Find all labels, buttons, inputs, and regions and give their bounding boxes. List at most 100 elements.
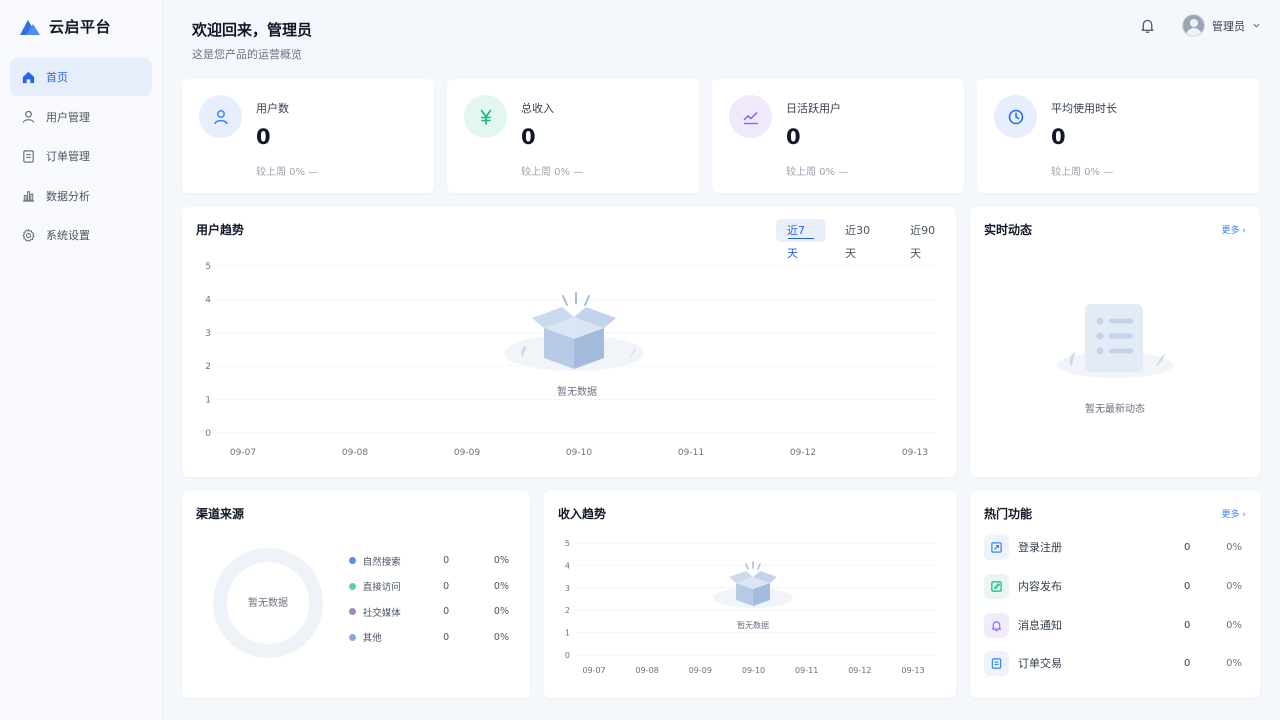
edit-icon bbox=[991, 580, 1002, 592]
sidebar-item-label: 首页 bbox=[46, 71, 68, 84]
home-icon bbox=[22, 71, 35, 83]
hot-feature-icon-box bbox=[984, 612, 1009, 638]
stat-label: 日活跃用户 bbox=[786, 102, 841, 115]
stat-compare: 较上周 0% — bbox=[1051, 167, 1114, 178]
x-tick-label: 09-07 bbox=[230, 448, 256, 458]
y-tick-label: 3 bbox=[565, 584, 570, 593]
page-title: 欢迎回来，管理员 bbox=[192, 21, 313, 39]
x-tick-label: 09-10 bbox=[566, 448, 592, 458]
user-icon bbox=[213, 109, 228, 124]
y-tick-label: 5 bbox=[565, 539, 570, 548]
revenue-trend-card: 收入趋势 012345 09-07 09-08 09-09 09-10 09-11 09-… bbox=[544, 491, 956, 698]
hot-feature-name: 内容发布 bbox=[1018, 580, 1062, 593]
legend-name: 其他 bbox=[362, 633, 382, 645]
avatar bbox=[1182, 14, 1205, 37]
hot-feature-name: 消息通知 bbox=[1018, 619, 1062, 632]
app-logo[interactable]: 云启平台 bbox=[19, 16, 111, 37]
legend-name: 自然搜索 bbox=[362, 556, 401, 568]
donut-empty-text: 暂无数据 bbox=[248, 596, 288, 609]
y-tick-label: 3 bbox=[205, 329, 211, 339]
hot-feature-value: 0 bbox=[1184, 541, 1191, 553]
legend-row: 社交媒体 0 0% bbox=[349, 599, 509, 625]
legend-pct: 0% bbox=[493, 606, 509, 618]
x-tick-label: 09-09 bbox=[689, 666, 712, 675]
stat-card-revenue: 总收入 0 较上周 0% — bbox=[447, 79, 699, 193]
x-tick-label: 09-11 bbox=[678, 448, 704, 458]
more-link[interactable]: 更多 › bbox=[1222, 507, 1246, 520]
channel-legend: 自然搜索 0 0% 直接访问 0 0% 社交媒体 0 0% 其他 0 0% bbox=[349, 548, 509, 650]
legend-row: 直接访问 0 0% bbox=[349, 574, 509, 600]
user-trend-card: 用户趋势 近7天 近30天 近90天 012345 09-07 09-08 09-0… bbox=[182, 207, 956, 477]
hot-feature-pct: 0% bbox=[1226, 580, 1242, 592]
legend-value: 0 bbox=[443, 631, 450, 643]
y-tick-label: 0 bbox=[205, 429, 211, 439]
yuan-icon bbox=[480, 109, 491, 125]
stat-compare: 较上周 0% — bbox=[521, 167, 584, 178]
hot-feature-value: 0 bbox=[1184, 657, 1191, 669]
trend-icon bbox=[742, 111, 758, 124]
document-icon bbox=[23, 149, 34, 163]
x-tick-label: 09-13 bbox=[901, 666, 924, 675]
hot-features-card: 热门功能 更多 › 登录注册 0 0% 内容发布 0 0% 消息通知 0 0% … bbox=[970, 491, 1260, 698]
hot-feature-value: 0 bbox=[1184, 619, 1191, 631]
stat-card-dau: 日活跃用户 0 较上周 0% — bbox=[712, 79, 964, 193]
sidebar-item-label: 系统设置 bbox=[46, 229, 90, 242]
hot-feature-row[interactable]: 内容发布 0 0% bbox=[984, 573, 1246, 599]
sidebar-item-label: 用户管理 bbox=[46, 110, 90, 124]
sidebar-item-label: 数据分析 bbox=[46, 189, 90, 203]
channel-source-card: 渠道来源 暂无数据 自然搜索 0 0% 直接访问 0 0% 社交媒体 0 0% … bbox=[182, 491, 530, 698]
sidebar-item-users[interactable]: 用户管理 bbox=[10, 98, 152, 136]
y-tick-label: 2 bbox=[565, 606, 570, 615]
legend-dot bbox=[349, 557, 356, 565]
user-trend-chart: 0 1 2 3 4 5 09-07 09-08 09-09 09-10 09-11 09-12 09-… bbox=[205, 262, 938, 458]
stat-card-avg-time: 平均使用时长 0 较上周 0% — bbox=[977, 79, 1259, 193]
empty-box-illustration bbox=[504, 292, 644, 371]
channel-donut-chart: 暂无数据 bbox=[213, 548, 323, 658]
x-tick-label: 09-13 bbox=[902, 448, 928, 458]
sidebar-item-settings[interactable]: 系统设置 bbox=[10, 216, 152, 254]
hot-feature-value: 0 bbox=[1184, 580, 1191, 592]
hot-feature-name: 登录注册 bbox=[1018, 541, 1062, 554]
user-icon bbox=[22, 110, 35, 123]
bar-chart-icon bbox=[22, 191, 35, 202]
user-menu[interactable]: 管理员 bbox=[1182, 14, 1261, 37]
hot-feature-row[interactable]: 消息通知 0 0% bbox=[984, 612, 1246, 638]
y-tick-label: 2 bbox=[205, 362, 211, 372]
stat-icon-circle bbox=[199, 95, 242, 138]
stat-compare: 较上周 0% — bbox=[256, 167, 319, 178]
empty-box-illustration bbox=[713, 561, 793, 608]
hot-feature-row[interactable]: 登录注册 0 0% bbox=[984, 534, 1246, 560]
x-tick-label: 09-10 bbox=[742, 666, 765, 675]
hot-feature-name: 订单交易 bbox=[1018, 657, 1062, 670]
legend-dot bbox=[349, 582, 356, 590]
x-tick-label: 09-12 bbox=[848, 666, 871, 675]
page-header: 欢迎回来，管理员 这是您产品的运营概览 bbox=[192, 19, 312, 62]
sidebar-item-label: 订单管理 bbox=[46, 150, 90, 163]
stat-label: 用户数 bbox=[256, 102, 289, 115]
legend-value: 0 bbox=[443, 606, 450, 618]
sidebar-item-orders[interactable]: 订单管理 bbox=[10, 137, 152, 175]
y-tick-label: 0 bbox=[565, 651, 570, 660]
order-icon bbox=[991, 657, 1002, 669]
hot-feature-pct: 0% bbox=[1226, 657, 1242, 669]
mountain-logo-icon bbox=[20, 19, 40, 35]
hot-feature-icon-box bbox=[984, 573, 1009, 599]
legend-pct: 0% bbox=[493, 555, 509, 567]
empty-text: 暂无最新动态 bbox=[1085, 402, 1145, 415]
clock-icon bbox=[1008, 109, 1023, 124]
stat-compare: 较上周 0% — bbox=[786, 167, 849, 178]
sidebar-item-home[interactable]: 首页 bbox=[10, 58, 152, 96]
bell-icon bbox=[991, 620, 1002, 631]
legend-name: 社交媒体 bbox=[362, 607, 401, 619]
hot-feature-row[interactable]: 订单交易 0 0% bbox=[984, 650, 1246, 676]
stat-label: 平均使用时长 bbox=[1051, 102, 1117, 115]
notification-bell-icon[interactable] bbox=[1139, 17, 1156, 34]
x-tick-label: 09-07 bbox=[582, 666, 605, 675]
y-tick-label: 4 bbox=[205, 295, 211, 305]
sidebar-item-analytics[interactable]: 数据分析 bbox=[10, 177, 152, 215]
legend-row: 自然搜索 0 0% bbox=[349, 548, 509, 574]
revenue-trend-chart: 0 1 2 3 4 5 09-07 09-08 09-09 09-10 09-11 09-12 09-… bbox=[565, 539, 936, 675]
hot-feature-pct: 0% bbox=[1226, 541, 1242, 553]
x-tick-label: 09-09 bbox=[454, 448, 480, 458]
stat-value: 0 bbox=[1051, 125, 1066, 149]
